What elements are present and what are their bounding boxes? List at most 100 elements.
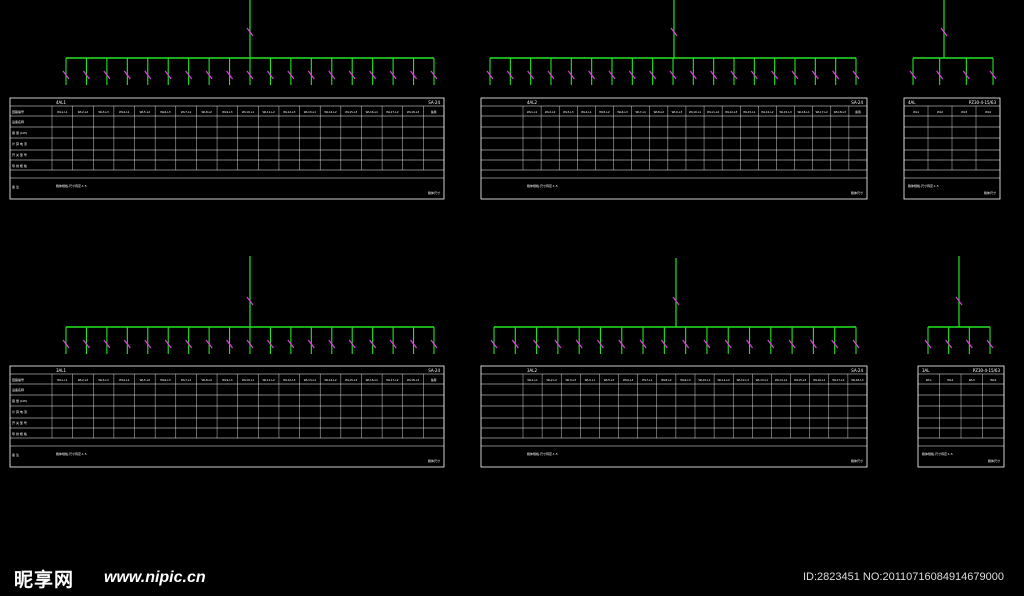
circuit-label: WL3: [961, 110, 967, 114]
circuit-label: WL4-L1: [119, 110, 130, 114]
circuit-label: WL6-L3: [623, 378, 634, 382]
circuit-label: WL1: [913, 110, 919, 114]
row-label: 备 注: [12, 452, 19, 457]
circuit-label: WL6-L3: [160, 110, 171, 114]
circuit-label: WL17-L2: [816, 110, 828, 114]
circuit-label: WL12-L3: [737, 378, 749, 382]
panel-code: 4AL1: [56, 100, 67, 105]
panel-tag: 箱体尺寸: [428, 458, 440, 463]
panel-model: SA-24: [851, 100, 863, 105]
circuit-label: WL16-L1: [798, 110, 810, 114]
panel-code: 4AL: [908, 100, 916, 105]
circuit-label: WL12-L3: [283, 110, 295, 114]
row-label: 容 量 (kW): [12, 398, 27, 403]
circuit-label: WL18-L3: [407, 110, 419, 114]
circuit-label: WL15-L3: [345, 110, 357, 114]
circuit-label: WL8-L2: [661, 378, 672, 382]
watermark-url: www.nipic.cn: [104, 569, 206, 586]
circuit-label: WL9-L3: [222, 378, 233, 382]
circuit-label: WL13-L1: [304, 378, 316, 382]
row-label: 计 算 电 流: [12, 409, 27, 414]
panel-tag: 箱体尺寸: [851, 190, 863, 195]
circuit-label: WL5-L2: [140, 378, 151, 382]
circuit-label: WL3: [969, 378, 975, 382]
panel-code: 4AL2: [527, 100, 538, 105]
circuit-label: WL1: [926, 378, 932, 382]
circuit-label: WL18-L3: [407, 378, 419, 382]
panel-model: SA-24: [428, 368, 440, 373]
circuit-label: WL2-L2: [78, 110, 89, 114]
panel-model: SA-24: [851, 368, 863, 373]
circuit-label: WL16-L1: [366, 378, 378, 382]
circuit-label: WL4: [985, 110, 991, 114]
panel-code: 3AL2: [527, 368, 538, 373]
circuit-label: WL2-L2: [546, 378, 557, 382]
panel-model: SA-24: [428, 100, 440, 105]
circuit-label: WL11-L2: [718, 378, 730, 382]
row-label: 导 线 规 格: [12, 163, 27, 168]
circuit-label: WL4-L1: [585, 378, 596, 382]
circuit-label: WL3-L3: [98, 110, 109, 114]
row-label: 导 线 规 格: [12, 431, 27, 436]
circuit-label: WL15-L3: [345, 378, 357, 382]
row-label: 开 关 型 号: [12, 152, 27, 157]
circuit-label: WL14-L2: [761, 110, 773, 114]
row-label: 设备名称: [12, 387, 24, 392]
panel-code: 3AL1: [56, 368, 67, 373]
circuit-label: WL8-L2: [654, 110, 665, 114]
circuit-label: WL14-L2: [324, 378, 336, 382]
circuit-label: WL8-L2: [202, 378, 213, 382]
panel-model: PZ30-4-15/63: [969, 100, 997, 105]
circuit-label: WL7-L1: [181, 110, 192, 114]
row-label: 回路编号: [12, 109, 24, 114]
panel-footnote: 箱体规格,尺寸待定.1.5: [908, 183, 939, 188]
circuit-label: WL15-L3: [794, 378, 806, 382]
circuit-label: WL10-L1: [242, 110, 254, 114]
circuit-label: WL17-L2: [386, 378, 398, 382]
watermark-logo: 昵享网: [14, 570, 75, 591]
row-label: 计 算 电 流: [12, 141, 27, 146]
circuit-label: WL8-L2: [202, 110, 213, 114]
single-line-diagram-canvas: 4AL1 SA-24 WL1-L1 WL2-L2 WL3-L3 WL4-L1 WL5-L2 W…: [9, 0, 1005, 468]
row-label: 容 量 (kW): [12, 130, 27, 135]
circuit-label: WL7-L1: [635, 110, 646, 114]
circuit-label: WL9-L3: [222, 110, 233, 114]
circuit-label: 备用: [431, 110, 437, 114]
circuit-label: WL2-L2: [78, 378, 89, 382]
circuit-label: WL2: [937, 110, 943, 114]
circuit-label: WL14-L2: [324, 110, 336, 114]
circuit-label: WL13-L1: [743, 110, 755, 114]
circuit-label: WL15-L3: [779, 110, 791, 114]
circuit-label: WL5-L2: [140, 110, 151, 114]
circuit-label: WL4-L1: [119, 378, 130, 382]
circuit-label: WL16-L1: [813, 378, 825, 382]
circuit-label: WL9-L3: [672, 110, 683, 114]
row-label: 回路编号: [12, 377, 24, 382]
watermark-id: ID:2823451 NO:20110716084914679000: [802, 571, 1004, 583]
row-label: 设备名称: [12, 119, 24, 124]
panel-tag: 箱体尺寸: [851, 458, 863, 463]
panel-tag: 箱体尺寸: [984, 190, 996, 195]
circuit-label: WL13-L1: [756, 378, 768, 382]
panel-code: 3AL: [922, 368, 930, 373]
row-label: 备 注: [12, 184, 19, 189]
circuit-label: 备用: [855, 110, 861, 114]
circuit-label: WL12-L3: [283, 378, 295, 382]
circuit-label: WL10-L1: [242, 378, 254, 382]
circuit-label: WL9-L3: [680, 378, 691, 382]
circuit-label: WL4: [990, 378, 996, 382]
panel-tag: 箱体尺寸: [428, 190, 440, 195]
circuit-label: WL1-L1: [527, 110, 538, 114]
circuit-label: WL3-L3: [566, 378, 577, 382]
circuit-label: WL6-L3: [160, 378, 171, 382]
panel-model: PZ30-4-15/63: [973, 368, 1001, 373]
circuit-label: WL14-L2: [775, 378, 787, 382]
circuit-label: WL17-L2: [386, 110, 398, 114]
circuit-label: WL7-L1: [181, 378, 192, 382]
circuit-label: WL1-L1: [57, 110, 68, 114]
circuit-label: WL16-L1: [366, 110, 378, 114]
circuit-label: WL1-L1: [57, 378, 68, 382]
circuit-label: WL2: [947, 378, 953, 382]
circuit-label: WL5-L2: [604, 378, 615, 382]
circuit-label: WL17-L2: [832, 378, 844, 382]
